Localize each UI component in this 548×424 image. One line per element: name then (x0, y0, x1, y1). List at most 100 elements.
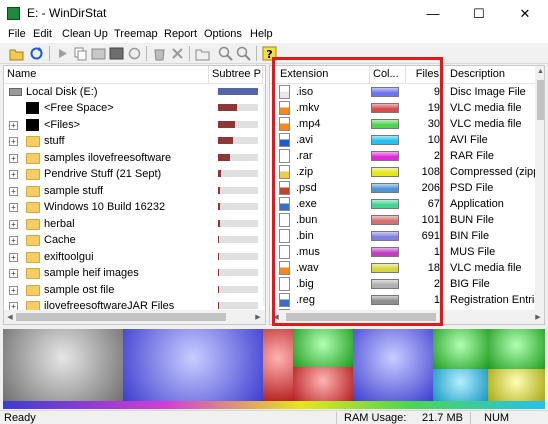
zoom-out-icon[interactable] (236, 46, 251, 61)
tree-row[interactable]: <Free Space> (4, 100, 262, 116)
folder-icon (26, 284, 40, 296)
subtree-bar (218, 104, 258, 111)
menu-options[interactable]: Options (204, 28, 242, 40)
scroll-up-icon[interactable]: ▲ (536, 68, 544, 75)
tree-hscroll-thumb[interactable] (16, 313, 226, 321)
play-icon[interactable] (55, 46, 70, 61)
menu-edit[interactable]: Edit (33, 28, 52, 40)
menu-file[interactable]: File (8, 28, 26, 40)
tree-vertical-scrollbar[interactable] (263, 84, 265, 306)
tree-row-label: samples ilovefreesoftware (44, 151, 172, 164)
expand-icon[interactable]: + (9, 219, 18, 229)
rescan-icon[interactable] (127, 46, 142, 61)
window-title: E: - WinDirStat (27, 6, 107, 20)
expand-icon[interactable]: + (9, 153, 18, 163)
column-header-subtree[interactable]: Subtree P (209, 66, 263, 84)
tree-row-label: <Files> (44, 118, 81, 131)
recycle-bin-icon[interactable] (152, 46, 167, 61)
expand-icon[interactable]: + (9, 203, 18, 212)
expand-icon[interactable]: + (9, 285, 18, 295)
subtree-bar-fill (218, 285, 219, 293)
scroll-left-icon[interactable]: ◀ (6, 313, 14, 321)
copy-icon[interactable] (73, 46, 88, 61)
tree-row-label: Local Disk (E:) (26, 86, 98, 98)
command-prompt-icon[interactable] (109, 46, 124, 61)
tree-row[interactable]: + exiftoolgui (4, 249, 262, 265)
subtree-bar-fill (218, 269, 219, 276)
treemap-block[interactable] (488, 329, 545, 369)
column-header-description[interactable]: Description (444, 66, 539, 84)
subtree-bar-fill (218, 252, 219, 260)
treemap-block[interactable] (433, 329, 488, 369)
subtree-bar (218, 285, 258, 293)
expand-icon[interactable]: + (9, 170, 18, 179)
tree-horizontal-scrollbar[interactable]: ◀ ▶ (4, 310, 265, 324)
subtree-bar-fill (218, 104, 237, 111)
subtree-bar (218, 269, 258, 276)
treemap-block[interactable] (3, 401, 545, 409)
open-folder-icon[interactable] (9, 46, 24, 61)
tree-row-label: Cache (44, 234, 76, 246)
tree-row[interactable]: + sample ost file (4, 282, 262, 298)
folder-icon (26, 235, 40, 246)
treemap-block[interactable] (263, 329, 293, 401)
subtree-bar (218, 88, 258, 95)
refresh-icon[interactable] (29, 46, 44, 61)
minimize-button[interactable]: — (410, 0, 456, 27)
directory-tree-pane: Name Subtree P Local Disk (E:) <Free Spa… (3, 65, 266, 325)
tree-row-label: Windows 10 Build 16232 (44, 201, 166, 213)
extension-description: AVI File (450, 134, 488, 146)
maximize-button[interactable]: ☐ (456, 0, 502, 27)
tree-row[interactable]: + herbal (4, 216, 262, 232)
expand-icon[interactable]: + (9, 252, 18, 262)
folder-icon (26, 152, 40, 164)
extension-vertical-scrollbar[interactable]: ▲ (535, 66, 544, 310)
extension-description: Application (450, 198, 504, 210)
tree-row[interactable]: + Pendrive Stuff (21 Sept) (4, 166, 262, 182)
scroll-right-icon[interactable]: ▶ (254, 313, 262, 321)
menu-treemap[interactable]: Treemap (114, 28, 158, 40)
expand-icon[interactable]: + (9, 186, 18, 196)
expand-icon[interactable]: + (9, 236, 18, 245)
treemap-block[interactable] (293, 329, 353, 367)
menu-clean-up[interactable]: Clean Up (62, 28, 108, 40)
extension-vscroll-thumb[interactable] (537, 80, 544, 120)
subtree-bar-fill (218, 153, 230, 161)
tree-row[interactable]: + sample heif images (4, 265, 262, 281)
extension-description: VLC media file (450, 102, 522, 114)
treemap[interactable] (3, 329, 545, 409)
drive-icon (9, 88, 22, 96)
treemap-block[interactable] (353, 329, 433, 401)
explorer-icon[interactable] (91, 46, 106, 61)
tree-row[interactable]: + samples ilovefreesoftware (4, 150, 262, 166)
tree-row[interactable]: + Cache (4, 232, 262, 248)
treemap-block[interactable] (3, 329, 123, 401)
subtree-bar (218, 236, 258, 243)
treemap-block[interactable] (123, 329, 263, 401)
zoom-in-icon[interactable] (218, 46, 233, 61)
subtree-bar (218, 203, 258, 210)
subtree-bar-fill (218, 236, 219, 243)
tree-row-root[interactable]: Local Disk (E:) (4, 84, 262, 100)
treemap-block[interactable] (433, 369, 488, 401)
subtree-bar (218, 153, 258, 161)
subtree-bar (218, 120, 258, 128)
properties-icon[interactable] (195, 46, 210, 61)
treemap-block[interactable] (293, 367, 353, 401)
menu-report[interactable]: Report (164, 28, 197, 40)
tree-row[interactable]: + sample stuff (4, 183, 262, 199)
tree-row[interactable]: + <Files> (4, 117, 262, 133)
extension-description: BUN File (450, 214, 495, 226)
menu-help[interactable]: Help (250, 28, 273, 40)
close-button[interactable]: ✕ (502, 0, 548, 27)
expand-icon[interactable]: + (9, 120, 18, 130)
scroll-right-icon[interactable]: ▶ (534, 313, 542, 321)
status-ready: Ready (4, 412, 36, 424)
column-header-name[interactable]: Name (4, 66, 209, 84)
expand-icon[interactable]: + (9, 137, 18, 146)
tree-row[interactable]: + stuff (4, 133, 262, 149)
delete-icon[interactable] (170, 46, 185, 61)
expand-icon[interactable]: + (9, 269, 18, 278)
treemap-block[interactable] (488, 369, 545, 401)
tree-row[interactable]: + Windows 10 Build 16232 (4, 199, 262, 215)
